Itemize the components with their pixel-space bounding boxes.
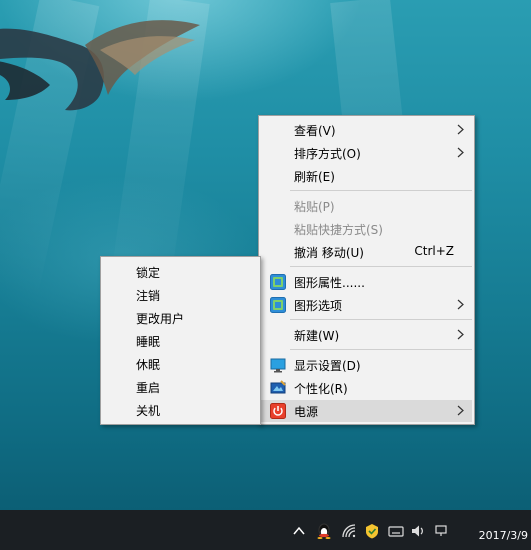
chevron-up-icon[interactable] [291, 523, 307, 539]
security-shield-icon[interactable] [364, 523, 380, 539]
ime-keyboard-icon[interactable] [388, 523, 404, 539]
menu-item-shortcut: Ctrl+Z [414, 244, 454, 258]
wifi-icon[interactable] [341, 523, 357, 539]
menu-item-personalize[interactable]: 个性化(R) [261, 377, 472, 399]
speaker-icon[interactable] [410, 523, 426, 539]
menu-item-label: 查看(V) [294, 124, 336, 138]
menu-item-label: 电源 [294, 405, 319, 419]
menu-item-display-settings[interactable]: 显示设置(D) [261, 354, 472, 376]
menu-item-graphics-properties[interactable]: 图形属性...... [261, 271, 472, 293]
menu-item-label: 更改用户 [136, 312, 185, 326]
monitor-icon [270, 358, 286, 373]
menu-item-graphics-options[interactable]: 图形选项 [261, 294, 472, 316]
menu-separator [290, 319, 472, 320]
menu-item-label: 排序方式(O) [294, 147, 361, 161]
menu-item-label: 新建(W) [294, 329, 340, 343]
submenu-item-switch-user[interactable]: 更改用户 [103, 307, 258, 329]
chevron-right-icon [457, 329, 464, 340]
menu-item-label: 粘贴快捷方式(S) [294, 223, 383, 237]
network-icon[interactable] [433, 523, 449, 539]
qq-penguin-icon[interactable] [316, 523, 332, 539]
menu-item-power[interactable]: 电源 [261, 400, 472, 422]
menu-item-label: 图形属性...... [294, 276, 365, 290]
menu-item-paste[interactable]: 粘贴(P) [261, 195, 472, 217]
menu-item-label: 关机 [136, 404, 161, 418]
submenu-item-shut-down[interactable]: 关机 [103, 399, 258, 421]
intel-graphics-icon [270, 297, 286, 313]
menu-item-label: 显示设置(D) [294, 359, 361, 373]
chevron-right-icon [457, 124, 464, 135]
menu-item-new[interactable]: 新建(W) [261, 324, 472, 346]
power-submenu: 锁定 注销 更改用户 睡眠 休眠 重启 关机 [100, 256, 261, 425]
menu-item-label: 注销 [136, 289, 161, 303]
submenu-item-sign-out[interactable]: 注销 [103, 284, 258, 306]
chevron-right-icon [457, 405, 464, 416]
menu-item-paste-shortcut[interactable]: 粘贴快捷方式(S) [261, 218, 472, 240]
chevron-right-icon [457, 147, 464, 158]
menu-separator [290, 266, 472, 267]
menu-item-label: 撤消 移动(U) [294, 246, 364, 260]
menu-item-sort-by[interactable]: 排序方式(O) [261, 142, 472, 164]
menu-item-view[interactable]: 查看(V) [261, 119, 472, 141]
menu-separator [290, 190, 472, 191]
submenu-item-restart[interactable]: 重启 [103, 376, 258, 398]
menu-separator [290, 349, 472, 350]
menu-item-label: 个性化(R) [294, 382, 348, 396]
menu-item-label: 粘贴(P) [294, 200, 335, 214]
mermaid-tail-figure [0, 20, 200, 111]
taskbar: 2017/3/9 [0, 510, 531, 550]
personalize-icon [270, 380, 286, 394]
menu-item-label: 刷新(E) [294, 170, 335, 184]
chevron-right-icon [457, 299, 464, 310]
power-icon [270, 403, 286, 419]
menu-item-label: 图形选项 [294, 299, 343, 313]
submenu-item-lock[interactable]: 锁定 [103, 261, 258, 283]
intel-graphics-icon [270, 274, 286, 290]
taskbar-clock-date[interactable]: 2017/3/9 [479, 529, 528, 542]
menu-item-label: 锁定 [136, 266, 161, 280]
menu-item-label: 休眠 [136, 358, 161, 372]
submenu-item-sleep[interactable]: 睡眠 [103, 330, 258, 352]
submenu-item-hibernate[interactable]: 休眠 [103, 353, 258, 375]
desktop-context-menu: 查看(V) 排序方式(O) 刷新(E) 粘贴(P) 粘贴快捷方式(S) 撤消 移… [258, 115, 475, 425]
menu-item-undo-move[interactable]: 撤消 移动(U) Ctrl+Z [261, 241, 472, 263]
menu-item-label: 睡眠 [136, 335, 161, 349]
menu-item-refresh[interactable]: 刷新(E) [261, 165, 472, 187]
menu-item-label: 重启 [136, 381, 161, 395]
